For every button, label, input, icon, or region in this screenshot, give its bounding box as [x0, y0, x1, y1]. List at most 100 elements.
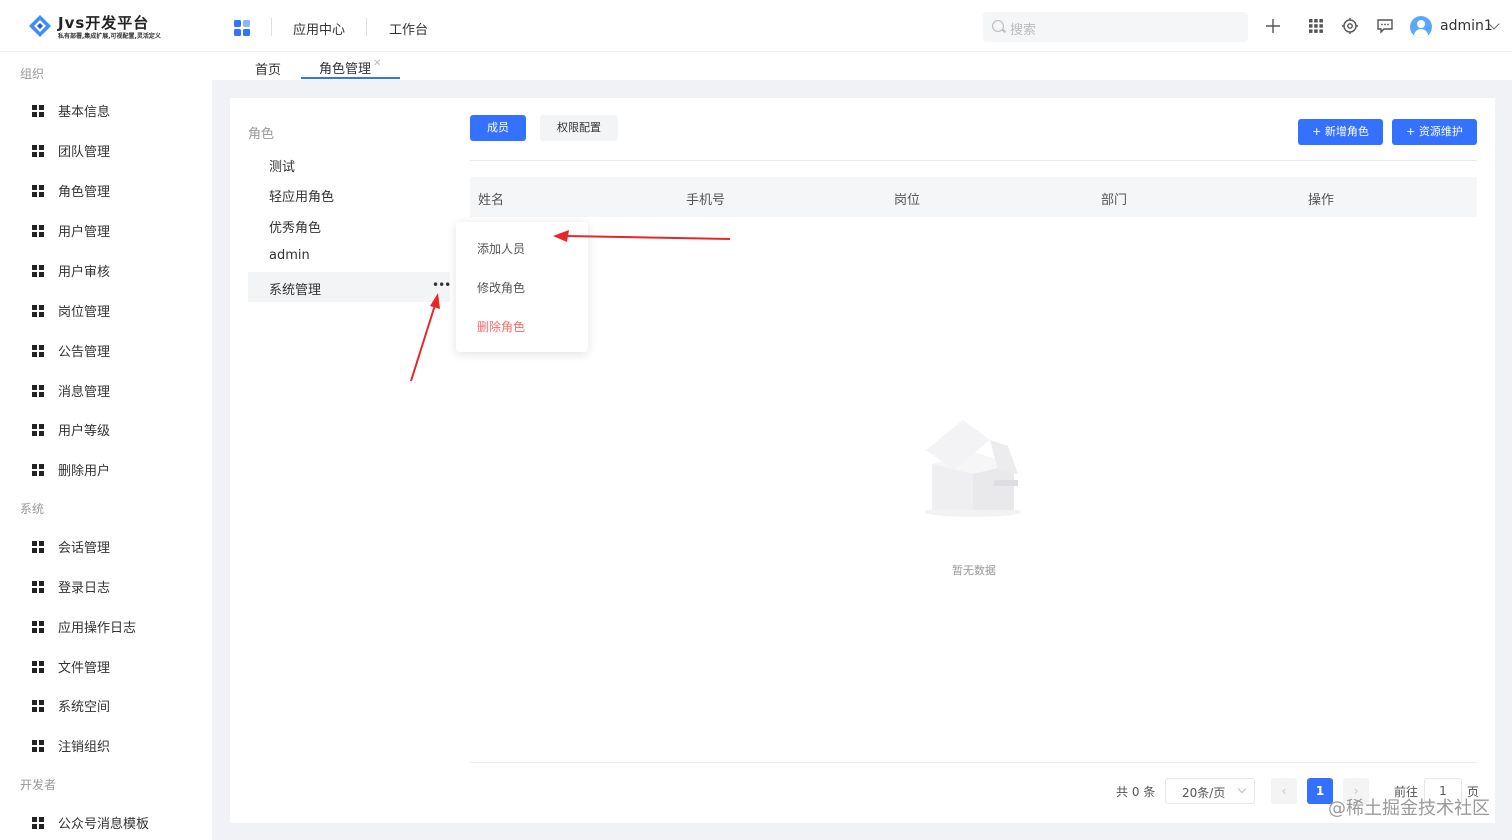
grid-icon	[32, 145, 44, 157]
watermark: @稀土掘金技术社区	[1328, 798, 1490, 819]
menu-item-add-member[interactable]: 添加人员	[477, 240, 525, 257]
role-item-selected[interactable]: 系统管理	[269, 279, 321, 298]
menu-item-edit-role[interactable]: 修改角色	[477, 279, 525, 296]
column-header-position: 岗位	[894, 193, 921, 208]
sidebar-item-basic-info[interactable]: 基本信息	[30, 100, 200, 120]
chevron-down-icon	[1237, 784, 1247, 794]
tab-active-indicator	[301, 77, 400, 79]
grid-icon	[32, 464, 44, 476]
sidebar-item-label: 角色管理	[58, 185, 111, 200]
sidebar-item-label: 公告管理	[58, 345, 111, 360]
grid-icon	[32, 700, 44, 712]
sidebar-item-positions[interactable]: 岗位管理	[30, 300, 200, 320]
sidebar-item-label: 公众号消息模板	[58, 817, 150, 832]
logo-mark-icon	[29, 15, 51, 37]
permissions-button[interactable]: 权限配置	[540, 115, 618, 141]
sidebar-item-deregister-org[interactable]: 注销组织	[30, 735, 200, 755]
sidebar-item-files[interactable]: 文件管理	[30, 656, 200, 676]
nav-workbench[interactable]: 工作台	[389, 19, 428, 38]
grid-icon	[32, 385, 44, 397]
logo[interactable]: Jvs开发平台 私有部署,集成扩展,可视配置,灵活定义	[28, 12, 188, 42]
grid-icon	[32, 185, 44, 197]
role-item[interactable]: 测试	[269, 156, 295, 175]
roles-header: 角色	[248, 127, 275, 142]
sidebar-item-label: 消息管理	[58, 385, 111, 400]
role-item[interactable]: 优秀角色	[269, 217, 321, 236]
prev-page-button[interactable]: ‹	[1271, 778, 1297, 804]
grid-icon	[32, 581, 44, 593]
sidebar-item-login-logs[interactable]: 登录日志	[30, 576, 200, 596]
grid-icon	[32, 305, 44, 317]
user-name[interactable]: admin1	[1440, 18, 1493, 34]
sidebar-item-user-review[interactable]: 用户审核	[30, 260, 200, 280]
divider	[470, 762, 1477, 763]
resource-maintenance-button[interactable]: + 资源维护	[1392, 119, 1477, 145]
menu-item-delete-role[interactable]: 删除角色	[477, 318, 525, 335]
sidebar-item-announcements[interactable]: 公告管理	[30, 340, 200, 360]
header-divider	[271, 18, 272, 36]
column-header-actions: 操作	[1308, 193, 1335, 208]
sidebar-item-label: 用户审核	[58, 265, 111, 280]
grid-icon	[32, 265, 44, 277]
sidebar-item-system-space[interactable]: 系统空间	[30, 695, 200, 715]
sidebar-item-label: 系统空间	[58, 700, 111, 715]
sidebar-item-sessions[interactable]: 会话管理	[30, 536, 200, 556]
role-item[interactable]: admin	[269, 248, 310, 263]
grid-icon	[32, 225, 44, 237]
pagination-total: 共 0 条	[1116, 785, 1156, 799]
grid-icon	[32, 541, 44, 553]
sidebar-item-deleted-users[interactable]: 删除用户	[30, 459, 200, 479]
sidebar-group-title: 开发者	[20, 778, 57, 792]
grid-icon	[32, 817, 44, 829]
logo-subtitle: 私有部署,集成扩展,可视配置,灵活定义	[58, 33, 161, 40]
grid-icon	[32, 621, 44, 633]
sidebar-item-label: 会话管理	[58, 541, 111, 556]
sidebar-item-label: 用户管理	[58, 225, 111, 240]
column-header-department: 部门	[1101, 193, 1128, 208]
page-size-select[interactable]: 20条/页	[1165, 778, 1255, 804]
sidebar-item-messages[interactable]: 消息管理	[30, 380, 200, 400]
nav-app-center[interactable]: 应用中心	[293, 19, 345, 38]
role-item[interactable]: 轻应用角色	[269, 186, 334, 205]
grid-icon	[32, 424, 44, 436]
page-size-value: 20条/页	[1182, 786, 1226, 800]
sidebar-item-roles[interactable]: 角色管理	[30, 180, 200, 200]
divider	[470, 160, 1477, 161]
sidebar-item-app-operation-logs[interactable]: 应用操作日志	[30, 616, 200, 636]
app-switcher-icon[interactable]	[234, 20, 250, 36]
add-role-button[interactable]: + 新增角色	[1298, 119, 1383, 145]
message-icon[interactable]	[1376, 17, 1394, 35]
top-header: Jvs开发平台 私有部署,集成扩展,可视配置,灵活定义 应用中心 工作台 搜索 …	[0, 0, 1512, 52]
search-input[interactable]: 搜索	[983, 12, 1248, 42]
sidebar-item-label: 注销组织	[58, 740, 111, 755]
grid-icon	[32, 661, 44, 673]
grid-icon	[32, 345, 44, 357]
sidebar-group-title: 组织	[20, 67, 45, 81]
tab-home[interactable]: 首页	[255, 59, 281, 78]
members-button[interactable]: 成员	[470, 115, 526, 141]
grid-icon	[32, 740, 44, 752]
sidebar-item-team[interactable]: 团队管理	[30, 140, 200, 160]
page-tabs	[212, 52, 1512, 80]
sidebar-item-label: 岗位管理	[58, 305, 111, 320]
sidebar-item-label: 基本信息	[58, 105, 111, 120]
sidebar-item-wechat-templates[interactable]: 公众号消息模板	[30, 812, 200, 832]
empty-box-illustration	[925, 420, 1021, 517]
sidebar-item-users[interactable]: 用户管理	[30, 220, 200, 240]
header-divider	[366, 18, 367, 36]
tab-close-icon[interactable]: ✕	[373, 58, 381, 69]
more-actions-icon[interactable]: •••	[432, 278, 451, 292]
plus-icon[interactable]	[1264, 17, 1282, 35]
column-header-name: 姓名	[478, 193, 505, 208]
sidebar-item-label: 登录日志	[58, 581, 111, 596]
sidebar-item-user-levels[interactable]: 用户等级	[30, 419, 200, 439]
search-icon	[992, 20, 1004, 32]
sidebar: 组织 基本信息 团队管理 角色管理 用户管理 用户审核 岗位管理 公告管理 消息…	[0, 52, 212, 840]
apps-grid-icon[interactable]	[1307, 17, 1325, 35]
settings-gear-icon[interactable]	[1341, 17, 1359, 35]
user-avatar[interactable]	[1410, 16, 1432, 38]
sidebar-item-label: 文件管理	[58, 661, 111, 676]
search-placeholder: 搜索	[1010, 23, 1037, 38]
sidebar-group-title: 系统	[20, 502, 45, 516]
tab-role-management[interactable]: 角色管理	[319, 58, 371, 77]
